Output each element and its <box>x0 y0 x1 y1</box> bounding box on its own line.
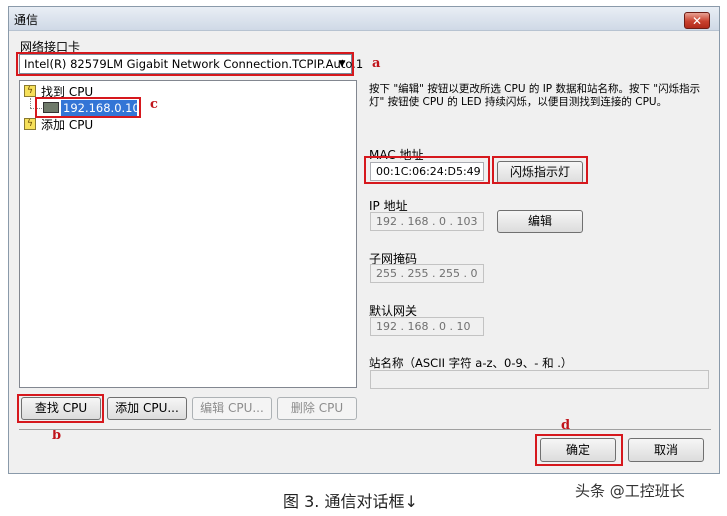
tree-connector <box>30 98 32 108</box>
station-field <box>370 370 709 389</box>
station-label: 站名称（ASCII 字符 a-z、0-9、- 和 .） <box>369 356 573 370</box>
highlight-flash <box>492 156 588 184</box>
edit-cpu-button[interactable]: 编辑 CPU... <box>192 397 272 420</box>
tree-item-add-cpu[interactable]: 添加 CPU <box>41 116 93 132</box>
lightning-icon: ϟ <box>24 85 36 97</box>
close-button[interactable]: ✕ <box>684 12 710 29</box>
highlight-c <box>35 97 141 118</box>
annotation-c: c <box>150 97 158 112</box>
title-bar <box>9 7 719 31</box>
highlight-a <box>16 52 354 76</box>
delete-cpu-button[interactable]: 删除 CPU <box>277 397 357 420</box>
window-title: 通信 <box>14 13 39 27</box>
subnet-field: 255 . 255 . 255 . 0 <box>370 264 484 283</box>
watermark: 头条 @工控班长 <box>575 482 685 500</box>
highlight-mac <box>364 156 490 184</box>
gateway-field: 192 . 168 . 0 . 10 <box>370 317 484 336</box>
cancel-button[interactable]: 取消 <box>628 438 704 462</box>
figure-caption: 图 3. 通信对话框↓ <box>283 492 418 511</box>
edit-ip-button[interactable]: 编辑 <box>497 210 583 233</box>
highlight-d <box>535 434 623 466</box>
add-cpu-button[interactable]: 添加 CPU... <box>107 397 187 420</box>
annotation-a: a <box>372 56 381 71</box>
highlight-b <box>17 394 104 423</box>
annotation-d: d <box>561 418 571 433</box>
ip-field: 192 . 168 . 0 . 103 <box>370 212 484 231</box>
annotation-b: b <box>52 428 62 443</box>
instructions-text: 按下 "编辑" 按钮以更改所选 CPU 的 IP 数据和站名称。按下 "闪烁指示… <box>369 83 701 108</box>
lightning-icon: ϟ <box>24 118 36 130</box>
separator <box>19 429 711 430</box>
